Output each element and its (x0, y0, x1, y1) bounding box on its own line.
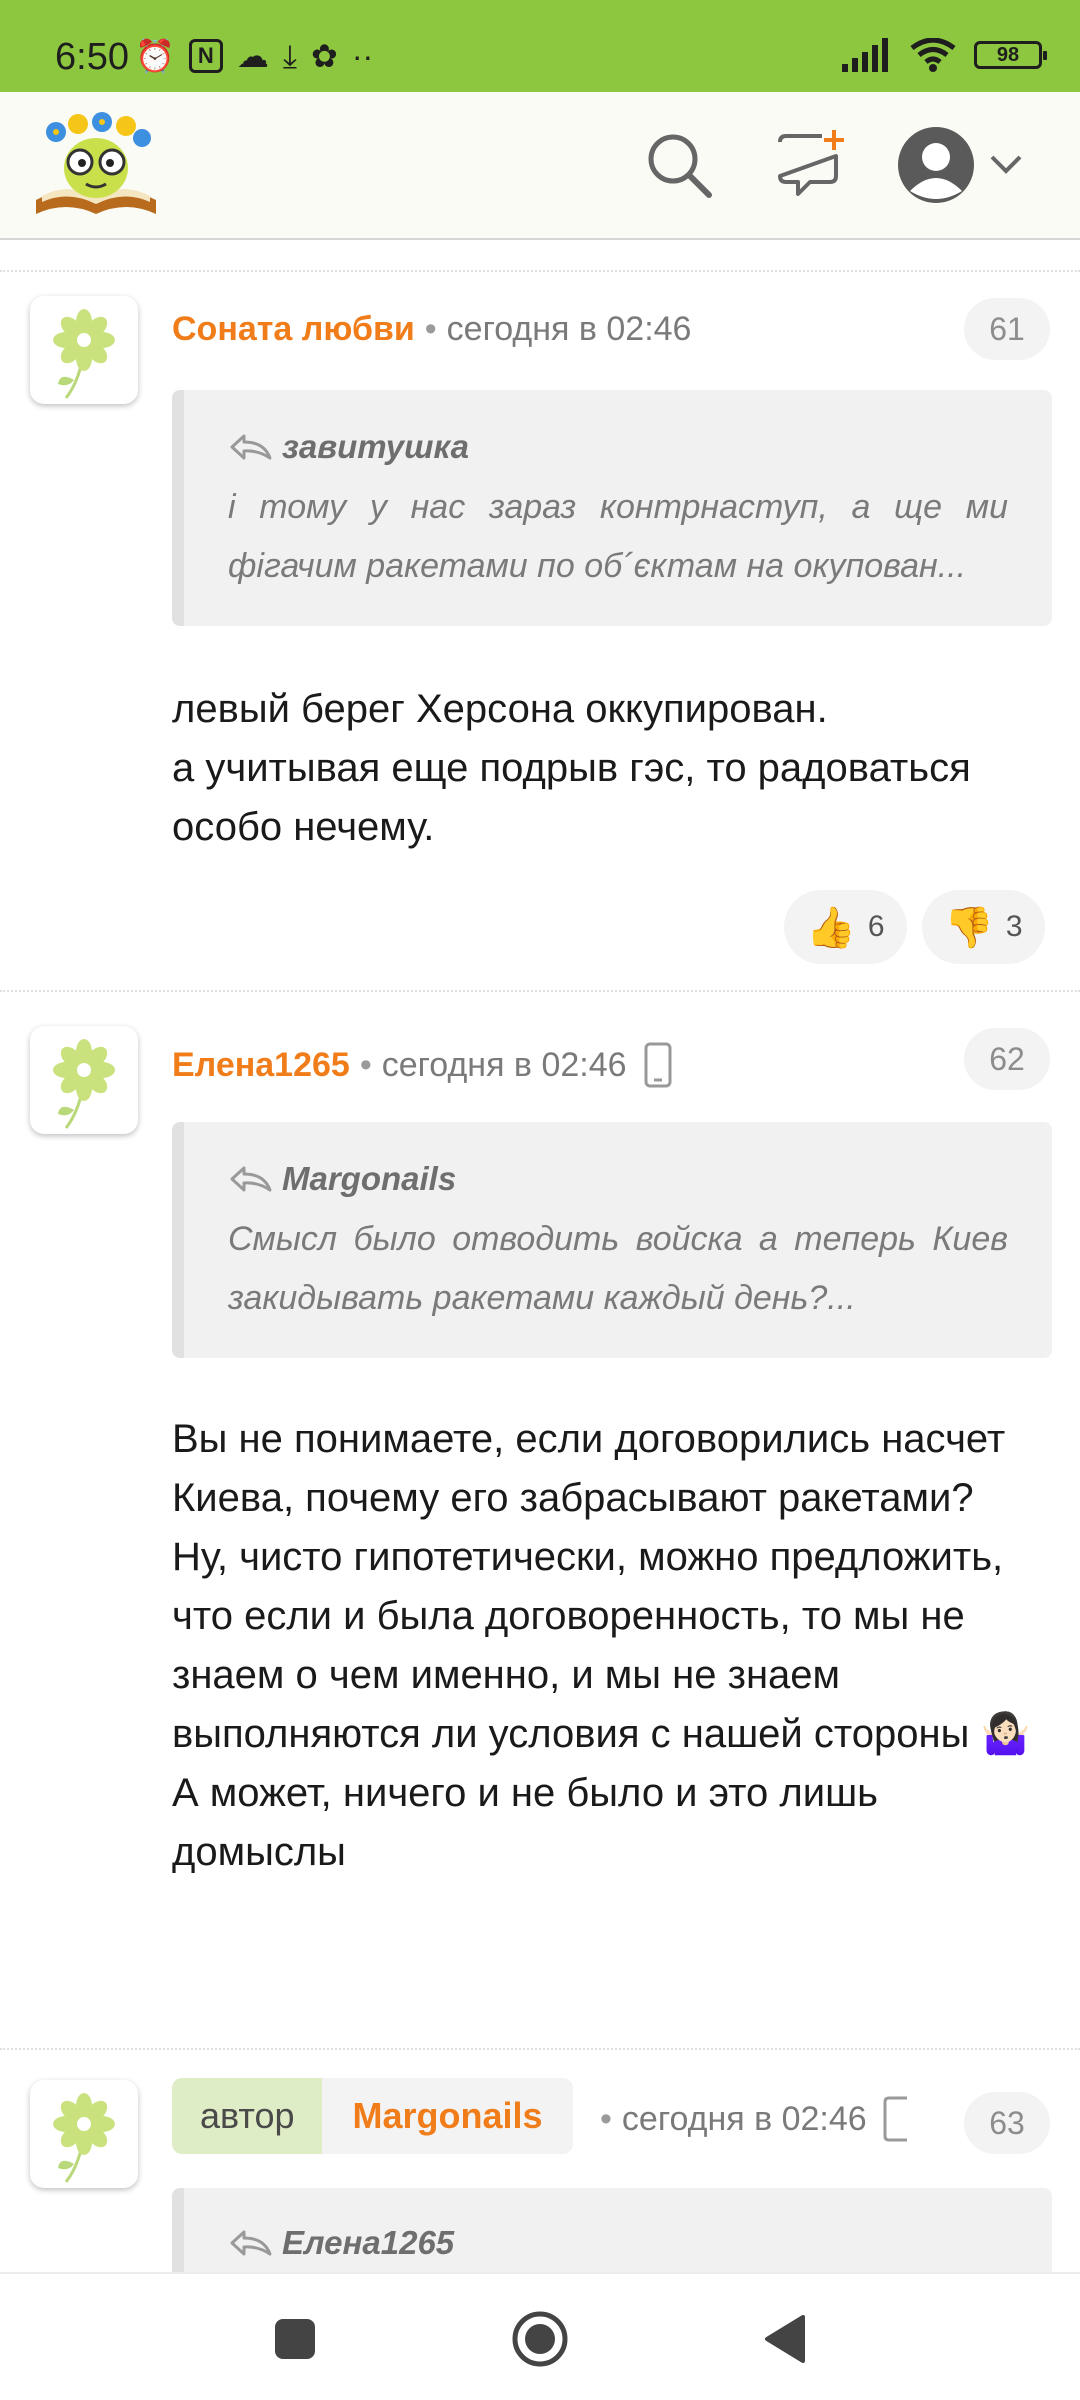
signal-icon (842, 38, 888, 72)
quote-author-line: Margonails (228, 1160, 1008, 1198)
search-icon (648, 134, 712, 198)
site-logo[interactable] (32, 110, 160, 220)
quote-text: Смысл было отводить войска а теперь Киев… (228, 1220, 1008, 1317)
wifi-icon (910, 38, 956, 72)
comment-time[interactable]: сегодня в 02:46 (622, 2100, 867, 2139)
cloud-icon: ☁ (236, 38, 269, 74)
dislike-button[interactable]: 👎 3 (922, 890, 1045, 964)
quote-text: і тому у нас зараз контрнаступ, а ще ми … (228, 488, 1008, 585)
flower-avatar-icon (53, 1039, 115, 1129)
author-label-badge: автор (172, 2078, 323, 2154)
quote-block[interactable]: Елена1265 (172, 2188, 1052, 2272)
comment-63: автор Margonails • сегодня в 02:46 63 Еле… (0, 2048, 1080, 2272)
status-time: 6:50 (55, 36, 129, 78)
avatar[interactable] (30, 2080, 138, 2188)
search-button[interactable] (636, 122, 722, 208)
more-dots-icon: ·· (351, 38, 374, 74)
nfc-icon: N (188, 39, 223, 73)
comment-number[interactable]: 62 (964, 1028, 1050, 1090)
quote-author-line: завитушка (228, 428, 1008, 466)
mobile-device-icon (644, 1042, 672, 1088)
like-count: 6 (867, 910, 885, 943)
profile-menu-button[interactable] (896, 122, 1036, 208)
comment-text: левый берег Херсона оккупирован. а учиты… (172, 687, 971, 849)
status-bar: 6:50 ⏰ N ☁ ⤓ ✿ ·· 98 (0, 0, 1080, 92)
comment-divider (0, 990, 1080, 992)
download-icon: ⤓ (282, 38, 297, 74)
flower-avatar-icon (53, 2093, 115, 2183)
quote-author-line: Елена1265 (228, 2224, 1008, 2262)
mobile-device-icon (883, 2096, 907, 2142)
comment-divider (0, 270, 1080, 272)
separator-dot: • (424, 310, 437, 348)
comment-time[interactable]: сегодня в 02:46 (447, 310, 692, 348)
comment-text: Вы не понимаете, если договорились насче… (172, 1417, 1031, 1874)
back-button[interactable] (750, 2304, 820, 2374)
quote-author: завитушка (282, 428, 469, 465)
avatar[interactable] (30, 296, 138, 404)
reply-icon (230, 434, 272, 460)
comment-meta-line: • сегодня в 02:46 (590, 2096, 909, 2142)
like-button[interactable]: 👍 6 (784, 890, 907, 964)
reply-icon (230, 1166, 272, 1192)
comment-author-line: Соната любви • сегодня в 02:46 (172, 310, 691, 349)
quote-block[interactable]: завитушка і тому у нас зараз контрнаступ… (172, 390, 1052, 626)
author-name[interactable]: Margonails (322, 2078, 573, 2154)
system-nav-bar (0, 2272, 1080, 2400)
app-header (0, 92, 1080, 240)
author-name[interactable]: Елена1265 (172, 1046, 350, 1085)
home-icon (512, 2311, 568, 2367)
reply-icon (230, 2230, 272, 2256)
quote-author: Елена1265 (282, 2224, 455, 2261)
avatar-icon (898, 127, 974, 203)
status-icons: ⏰ N ☁ ⤓ ✿ ·· (135, 38, 373, 74)
separator-dot: • (600, 2099, 612, 2138)
author-tag[interactable]: автор Margonails (172, 2078, 573, 2154)
battery-indicator: 98 (974, 41, 1047, 69)
thumbs-up-icon: 👍 (806, 905, 856, 950)
dislike-count: 3 (1005, 910, 1023, 943)
new-message-icon (778, 130, 844, 196)
alarm-icon: ⏰ (135, 38, 175, 74)
comment-number[interactable]: 63 (964, 2092, 1050, 2154)
home-button[interactable] (505, 2304, 575, 2374)
recents-button[interactable] (260, 2304, 330, 2374)
app-icon: ✿ (311, 38, 338, 74)
status-right: 98 (842, 38, 1047, 72)
comment-number[interactable]: 61 (964, 298, 1050, 360)
thumbs-down-icon: 👎 (944, 905, 994, 950)
avatar[interactable] (30, 1026, 138, 1134)
back-icon (765, 2315, 805, 2363)
author-name[interactable]: Соната любви (172, 310, 415, 348)
separator-dot: • (359, 1045, 372, 1084)
comment-author-line: Елена1265 • сегодня в 02:46 (172, 1042, 673, 1088)
new-message-button[interactable] (768, 122, 854, 208)
comment-time[interactable]: сегодня в 02:46 (382, 1046, 627, 1085)
quote-author: Margonails (282, 1160, 457, 1197)
chevron-down-icon (990, 155, 1022, 174)
flower-avatar-icon (53, 309, 115, 399)
quote-block[interactable]: Margonails Смысл было отводить войска а … (172, 1122, 1052, 1358)
recents-icon (275, 2319, 315, 2359)
